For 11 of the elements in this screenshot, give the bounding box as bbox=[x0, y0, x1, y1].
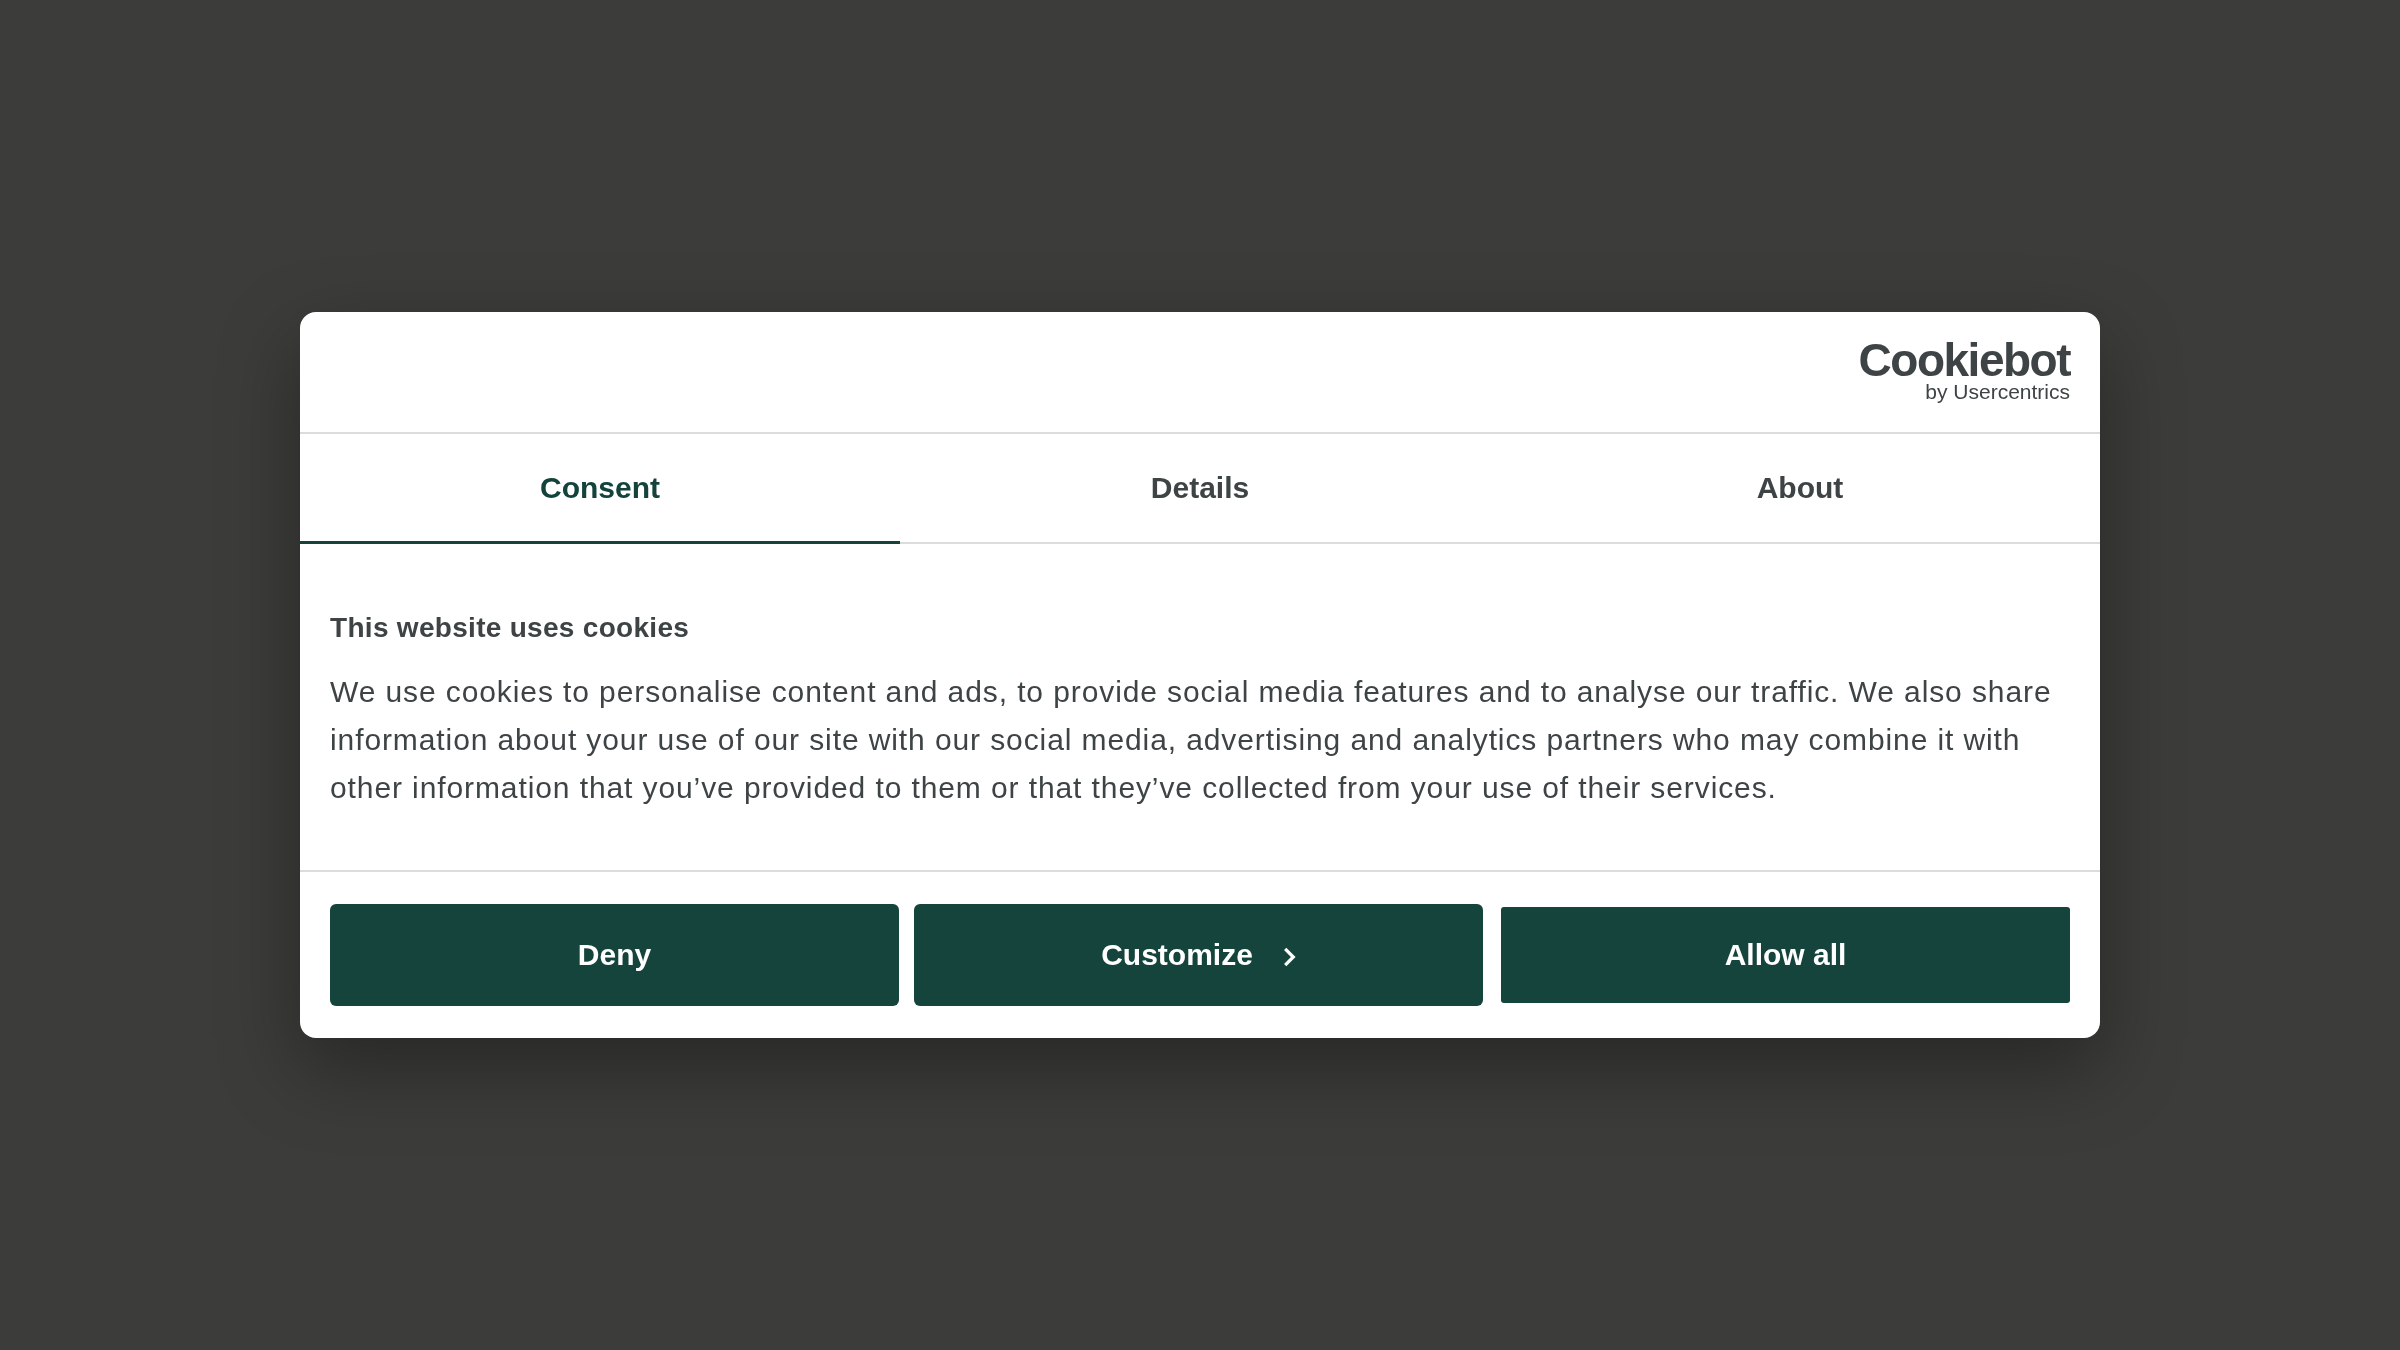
action-button[interactable]: Deny bbox=[330, 904, 899, 1006]
logo-tagline: by Usercentrics bbox=[1925, 380, 2070, 404]
action-button[interactable]: Allow all bbox=[1501, 907, 2070, 1003]
logo-wordmark: Cookiebot bbox=[1858, 340, 2070, 380]
customize-button[interactable]: Customize bbox=[914, 904, 1483, 1006]
dialog-heading: This website uses cookies bbox=[330, 611, 691, 645]
tab[interactable]: Details bbox=[900, 434, 1500, 544]
tab[interactable]: About bbox=[1500, 434, 2100, 544]
chevron-right-icon bbox=[1282, 947, 1296, 967]
tab[interactable]: Consent bbox=[300, 434, 900, 544]
consent-text: We use cookies to personalise content and ads, to provide social media features and to analyse our traffic. We also share information about your use of our site with our social media, advertising and analytics partners who may combine it with other information that you’ve provided to them or that they’ve collected from your use of their services. bbox=[330, 674, 2053, 806]
